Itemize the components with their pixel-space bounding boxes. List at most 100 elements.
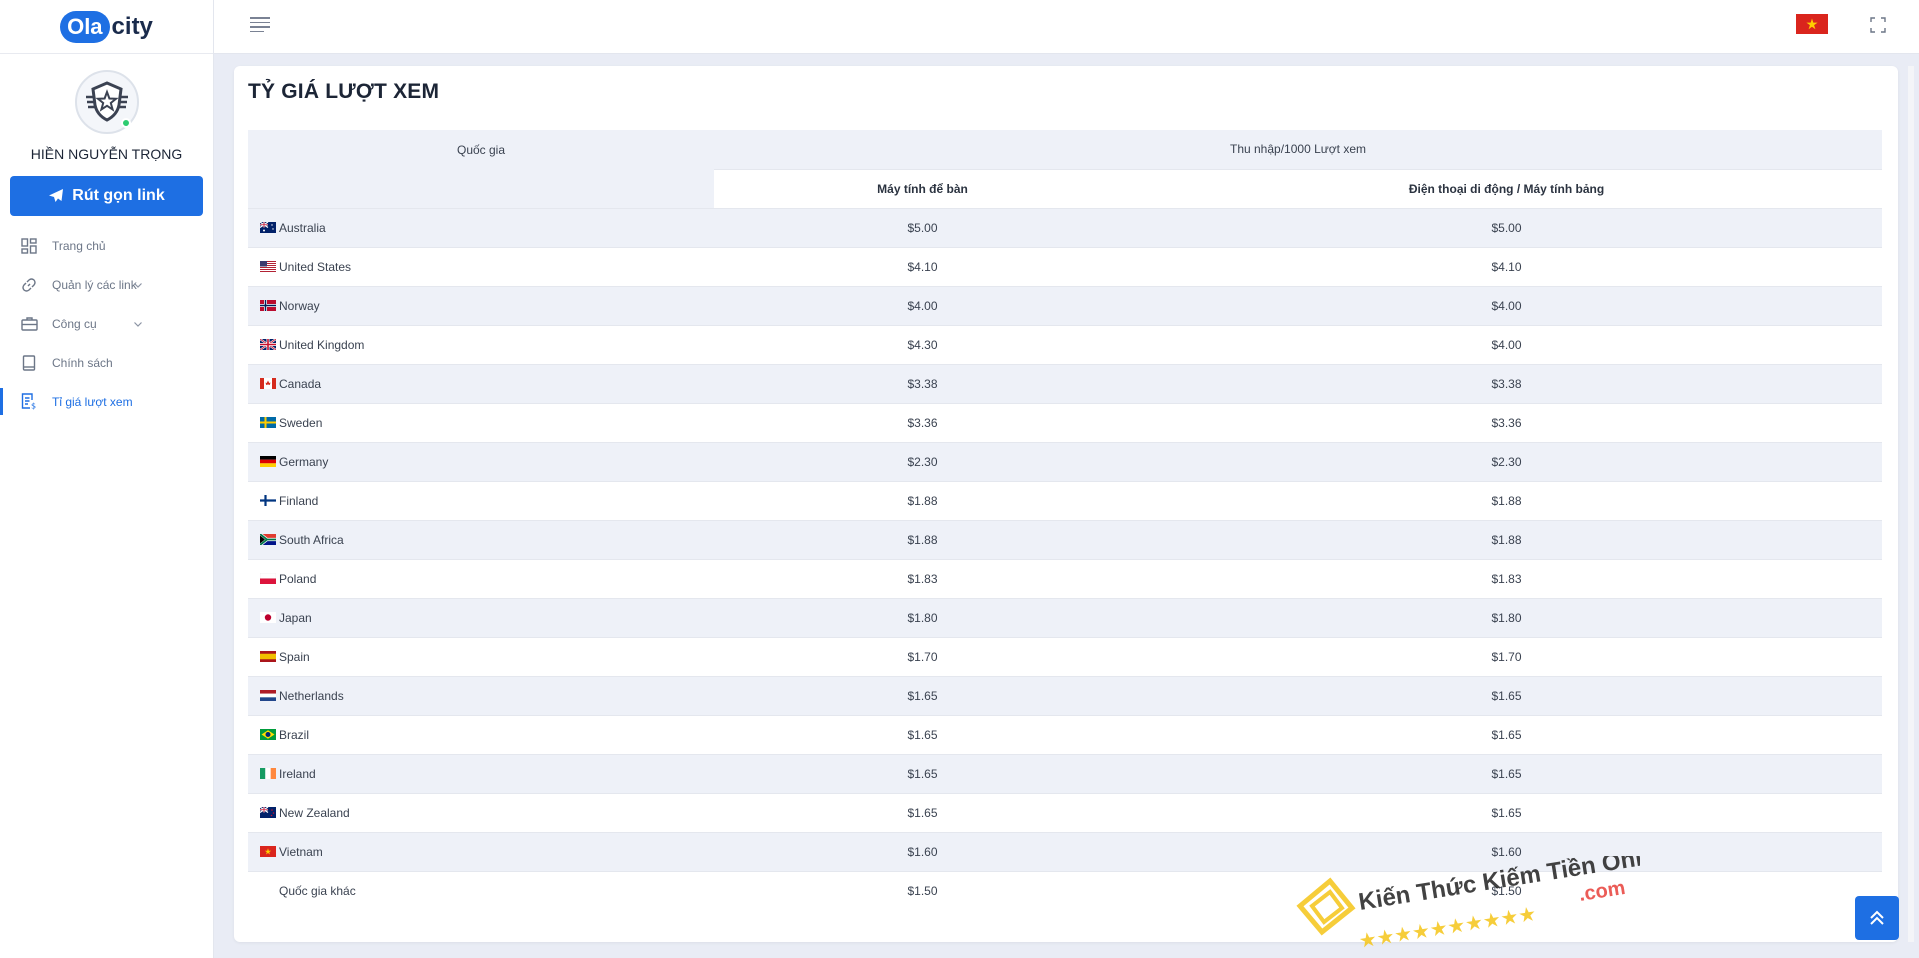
- country-name: Norway: [279, 298, 320, 313]
- sidebar-item-label: Tỉ giá lượt xem: [52, 394, 133, 409]
- mobile-rate: $4.00: [1131, 285, 1882, 325]
- paper-plane-icon: [49, 189, 64, 202]
- sidebar: Ola city HIỀN NGUYỄN TRỌNG Rút gọn link: [0, 0, 214, 958]
- table-row: Australia $5.00 $5.00: [248, 207, 1882, 247]
- sidebar-item-tools[interactable]: Công cụ: [0, 304, 213, 343]
- country-name: Spain: [279, 649, 310, 664]
- country-cell: Germany: [248, 441, 714, 481]
- sidebar-item-view-rates[interactable]: $ Tỉ giá lượt xem: [0, 382, 213, 421]
- desktop-rate: $4.30: [714, 324, 1131, 364]
- logo-ola: Ola: [60, 10, 110, 43]
- mobile-rate: $1.88: [1131, 480, 1882, 520]
- language-flag-vietnam-icon[interactable]: [1796, 14, 1828, 34]
- country-cell: United States: [248, 246, 714, 286]
- flag-jp-icon: [260, 611, 276, 623]
- country-cell: Vietnam: [248, 831, 714, 871]
- mobile-rate: $3.38: [1131, 363, 1882, 403]
- country-cell: Norway: [248, 285, 714, 325]
- table-row: Netherlands $1.65 $1.65: [248, 675, 1882, 715]
- country-name: Brazil: [279, 727, 310, 742]
- country-cell: United Kingdom: [248, 324, 714, 364]
- profile: HIỀN NGUYỄN TRỌNG: [0, 54, 213, 162]
- logo[interactable]: Ola city: [60, 10, 153, 43]
- sidebar-item-manage-links[interactable]: Quản lý các link: [0, 265, 213, 304]
- table-row: Vietnam $1.60 $1.60: [248, 831, 1882, 871]
- country-cell: Brazil: [248, 714, 714, 754]
- country-cell: Quốc gia khác: [248, 870, 714, 910]
- country-name: Canada: [279, 376, 322, 391]
- flag-de-icon: [260, 455, 276, 467]
- sidebar-item-home[interactable]: Trang chủ: [0, 226, 213, 265]
- table-row: Norway $4.00 $4.00: [248, 285, 1882, 325]
- mobile-rate: $1.65: [1131, 753, 1882, 793]
- desktop-rate: $1.60: [714, 831, 1131, 871]
- country-cell: Australia: [248, 207, 714, 247]
- country-cell: Spain: [248, 636, 714, 676]
- topbar: [214, 0, 1919, 54]
- mobile-rate: $3.36: [1131, 402, 1882, 442]
- mobile-rate: $1.70: [1131, 636, 1882, 676]
- flag-ca-icon: [260, 377, 276, 389]
- table-row: Spain $1.70 $1.70: [248, 636, 1882, 676]
- flag-se-icon: [260, 416, 276, 428]
- table-row: Ireland $1.65 $1.65: [248, 753, 1882, 793]
- flag-no-icon: [260, 299, 276, 311]
- country-name: Australia: [279, 220, 326, 235]
- desktop-rate: $1.65: [714, 714, 1131, 754]
- desktop-rate: $1.83: [714, 558, 1131, 598]
- country-cell: South Africa: [248, 519, 714, 559]
- table-row: Japan $1.80 $1.80: [248, 597, 1882, 637]
- link-icon: [20, 276, 38, 294]
- fullscreen-icon[interactable]: [1870, 17, 1886, 33]
- shorten-link-label: Rút gọn link: [72, 187, 165, 204]
- desktop-rate: $4.00: [714, 285, 1131, 325]
- flag-pl-icon: [259, 572, 277, 584]
- flag-za-icon: [259, 532, 276, 546]
- mobile-rate: $4.10: [1131, 246, 1882, 286]
- flag-br-icon: [260, 728, 276, 740]
- country-cell: Finland: [248, 480, 714, 520]
- rates-table: Quốc gia Thu nhập/1000 Lượt xem Máy tính…: [248, 130, 1882, 910]
- table-row: Quốc gia khác $1.50 $1.50: [248, 870, 1882, 910]
- rates-table-body: Australia $5.00 $5.00 United States $4.10 $4.…: [248, 207, 1882, 910]
- view-rates-card: TỶ GIÁ LƯỢT XEM Quốc gia Thu nhập/1000 L…: [234, 66, 1914, 953]
- table-row: South Africa $1.88 $1.88: [248, 519, 1882, 559]
- shorten-link-button[interactable]: Rút gọn link: [10, 176, 203, 216]
- scroll-to-top-button[interactable]: [1855, 896, 1899, 940]
- sidebar-item-policy[interactable]: Chính sách: [0, 343, 213, 382]
- desktop-rate: $1.88: [714, 519, 1131, 559]
- menu-toggle-icon[interactable]: [250, 17, 270, 33]
- table-row: Brazil $1.65 $1.65: [248, 714, 1882, 754]
- country-cell: Canada: [248, 363, 714, 403]
- country-name: Netherlands: [279, 688, 344, 703]
- svg-text:$: $: [31, 402, 36, 411]
- flag-es-icon: [260, 650, 276, 662]
- mobile-rate: $1.83: [1131, 558, 1882, 598]
- table-row: United States $4.10 $4.10: [248, 246, 1882, 286]
- document-icon: [20, 354, 38, 372]
- avatar[interactable]: [74, 70, 139, 134]
- sidebar-item-label: Trang chủ: [52, 238, 106, 253]
- country-cell: Japan: [248, 597, 714, 637]
- desktop-rate: $1.65: [714, 675, 1131, 715]
- country-name: Japan: [279, 610, 312, 625]
- flag-nz-icon: [259, 806, 276, 818]
- country-name: United Kingdom: [279, 337, 365, 352]
- desktop-rate: $1.65: [714, 792, 1131, 832]
- flag-au-icon: [259, 221, 276, 233]
- country-cell: Poland: [248, 558, 714, 598]
- country-name: Ireland: [279, 766, 316, 781]
- desktop-rate: $1.80: [714, 597, 1131, 637]
- header-empty: [248, 169, 714, 208]
- header-mobile: Điện thoại di động / Máy tính bảng: [1131, 168, 1882, 208]
- country-name: New Zealand: [279, 805, 350, 820]
- mobile-rate: $1.65: [1131, 792, 1882, 832]
- mobile-rate: $5.00: [1131, 207, 1882, 247]
- country-name: Vietnam: [279, 844, 323, 859]
- scrollbar[interactable]: [1908, 66, 1914, 942]
- briefcase-icon: [20, 315, 38, 333]
- chevron-down-icon: [134, 282, 142, 288]
- desktop-rate: $1.50: [714, 870, 1131, 910]
- mobile-rate: $1.65: [1131, 675, 1882, 715]
- country-cell: New Zealand: [248, 792, 714, 832]
